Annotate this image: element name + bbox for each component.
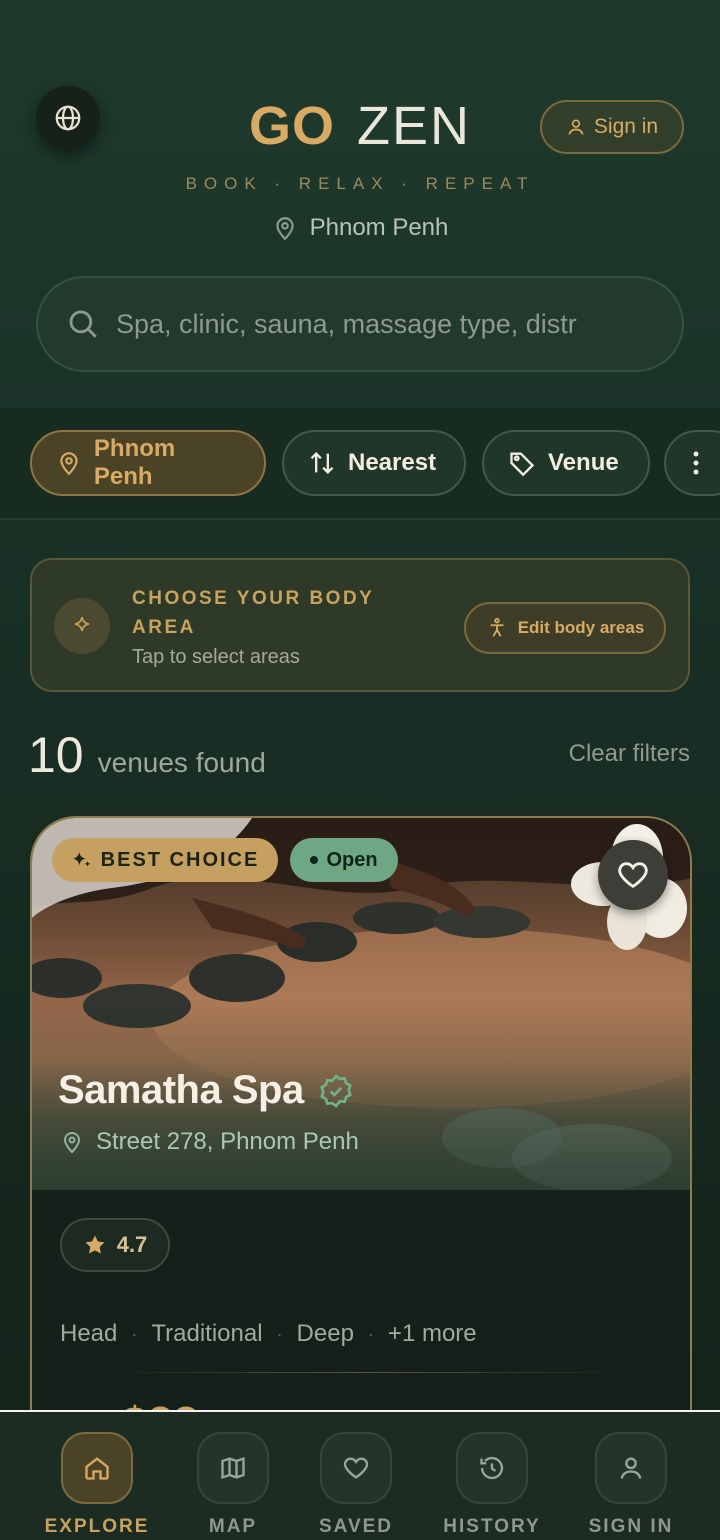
clear-filters-link[interactable]: Clear filters [569,740,690,768]
best-choice-label: BEST CHOICE [100,848,260,871]
user-icon [595,1432,667,1504]
map-pin-icon [63,1132,81,1154]
filter-bar: Phnom Penh Nearest Venue [0,408,720,520]
nav-label: HISTORY [443,1516,541,1537]
open-status-badge: Open [290,838,398,882]
best-choice-badge: BEST CHOICE [52,838,278,882]
edit-body-areas-button[interactable]: Edit body areas [464,602,666,654]
nav-label: MAP [208,1516,258,1537]
tag-item: Deep [296,1320,354,1347]
venue-address-text: Street 278, Phnom Penh [96,1128,359,1155]
current-location[interactable]: Phnom Penh [0,214,720,242]
sign-in-button[interactable]: Sign in [540,100,684,154]
card-divider [102,1372,632,1373]
venue-address: Street 278, Phnom Penh [60,1128,359,1156]
body-area-title: CHOOSE YOUR BODY AREA [132,588,375,638]
tagline: BOOK · RELAX · REPEAT [185,174,535,193]
body-area-subtitle: Tap to select areas [132,646,300,668]
search-icon [69,310,97,338]
sparkle-icon [54,598,110,654]
bottom-navigation: EXPLORE MAP SAVED HISTORY SIGN IN [0,1410,720,1540]
nav-label: SIGN IN [588,1516,674,1537]
nav-map[interactable]: MAP [168,1432,298,1538]
filter-chip-more[interactable] [664,430,720,496]
body-figure-icon [490,617,504,637]
history-icon [456,1432,528,1504]
status-dot [310,856,319,864]
filter-chip-venue[interactable]: Venue [482,430,650,496]
sort-arrows-icon [310,452,334,474]
venue-card[interactable]: BEST CHOICE Open Samatha Spa Street 278,… [30,816,692,1456]
more-vertical-icon [693,451,699,475]
open-status-label: Open [326,848,378,871]
tag-separator: · [131,1323,138,1344]
nav-history[interactable]: HISTORY [427,1432,557,1538]
results-count: 10 venues found [28,726,266,784]
favorite-button[interactable] [598,840,668,910]
filter-chip-sort[interactable]: Nearest [282,430,466,496]
rating-badge: 4.7 [60,1218,170,1272]
rating-value: 4.7 [116,1232,148,1257]
logo-zen: ZEN [357,96,471,156]
body-area-card[interactable]: CHOOSE YOUR BODY AREA Tap to select area… [30,558,690,692]
filter-chip-label: Nearest [348,449,437,476]
treatment-tags: Head · Traditional · Deep · +1 more [60,1320,477,1348]
home-icon [61,1432,133,1504]
star-icon [85,1235,105,1254]
nav-explore[interactable]: EXPLORE [32,1432,162,1538]
results-label: venues found [97,747,266,778]
verified-icon [319,1073,352,1108]
logo-go: GO [248,96,335,156]
user-icon [568,119,584,135]
location-label: Phnom Penh [309,214,449,241]
nav-label: EXPLORE [44,1516,150,1537]
nav-label: SAVED [318,1516,394,1537]
map-icon [197,1432,269,1504]
venue-name[interactable]: Samatha Spa [58,1068,354,1113]
filter-chip-label: Phnom Penh [93,435,176,490]
search-bar[interactable] [36,276,684,372]
nav-sign-in[interactable]: SIGN IN [566,1432,696,1538]
map-pin-icon [275,217,294,241]
results-number: 10 [28,727,84,783]
filter-chip-label: Venue [548,449,619,476]
app-screen: GO ZEN Sign in BOOK · RELAX · REPEAT Phno… [0,0,720,1540]
tag-item: Head [60,1320,118,1347]
nav-saved[interactable]: SAVED [291,1432,421,1538]
search-input[interactable] [116,308,626,340]
edit-body-areas-label: Edit body areas [517,618,645,637]
tag-icon [510,452,535,477]
filter-chip-location[interactable]: Phnom Penh [30,430,266,496]
map-pin-icon [60,452,78,476]
tag-item: Traditional [151,1320,263,1347]
tag-separator: · [367,1323,374,1344]
heart-icon [618,862,648,889]
heart-icon [320,1432,392,1504]
sparkle-icon [72,851,91,867]
venue-name-text: Samatha Spa [58,1068,304,1112]
sign-in-label: Sign in [593,115,659,138]
tag-separator: · [276,1323,283,1344]
tag-more[interactable]: +1 more [388,1320,477,1348]
